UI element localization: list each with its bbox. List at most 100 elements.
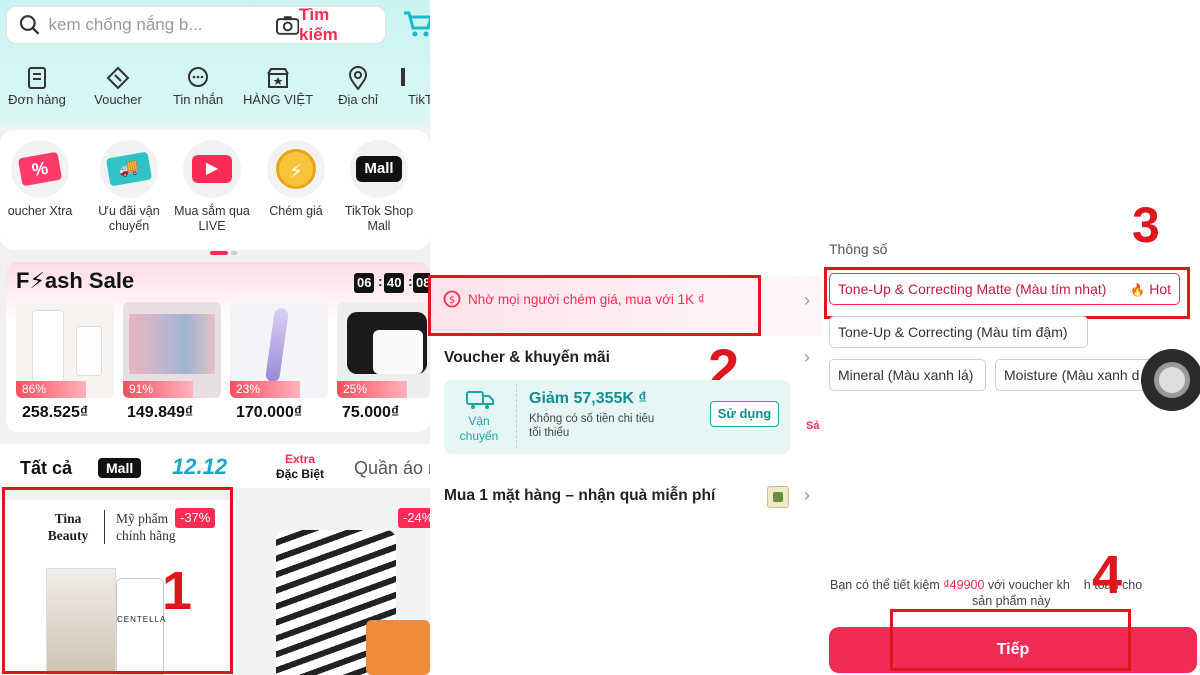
voucher-side-text: Sả <box>806 420 820 432</box>
gift-row-text: Mua 1 mặt hàng – nhận quà miễn phí <box>444 487 716 504</box>
timer-separator: : <box>378 273 383 289</box>
chevron-right-icon[interactable]: › <box>804 290 810 311</box>
use-voucher-button[interactable]: Sử dụng <box>710 401 779 427</box>
coin-icon: ⚡ <box>267 140 325 198</box>
feature-tiktok-mall[interactable]: Mall TikTok Shop Mall <box>337 140 421 234</box>
sold-percent-badge: 23% <box>230 381 300 398</box>
chevron-right-icon[interactable]: › <box>804 347 810 368</box>
flash-product-1[interactable]: 86% <box>16 302 114 398</box>
mall-icon: Mall <box>350 140 408 198</box>
timer-minutes: 40 <box>384 273 405 293</box>
search-bar[interactable]: kem chống nắng b... Tìm kiếm <box>6 5 386 45</box>
savings-line-1: Bạn có thể tiết kiệm ₫49900 với voucher … <box>830 577 1200 593</box>
quick-action-vietnam-goods[interactable]: HÀNG VIỆT <box>238 64 318 107</box>
carousel-dots <box>210 242 240 255</box>
quick-action-label: Địa chỉ <box>338 92 378 107</box>
variant-label: Tone-Up & Correcting (Màu tím đậm) <box>838 324 1068 340</box>
quick-action-tiktok[interactable]: TikT <box>396 64 430 107</box>
product-bottle-image <box>76 326 102 376</box>
step-number-4: 4 <box>1092 545 1123 605</box>
variant-option[interactable]: Moisture (Màu xanh d <box>995 359 1155 391</box>
shop-icon <box>238 64 318 92</box>
assistive-touch-button[interactable] <box>1141 349 1200 411</box>
voucher-divider <box>516 384 517 448</box>
feature-label: oucher Xtra <box>7 204 73 218</box>
truck-coupon-icon: 🚚 <box>100 140 158 198</box>
tab-clothes[interactable]: Quần áo n <box>354 458 430 479</box>
feature-label: Ưu đãi vận chuyển <box>98 204 160 233</box>
chevron-right-icon[interactable]: › <box>804 485 810 506</box>
feature-label: Chém giá <box>269 204 323 218</box>
tiktok-icon <box>396 64 430 92</box>
product-cushion-lid <box>373 330 423 374</box>
quick-action-address[interactable]: Địa chỉ <box>318 64 398 107</box>
voucher-title: Giảm 57,355K ₫ <box>529 390 647 407</box>
search-input[interactable]: kem chống nắng b... <box>48 15 253 35</box>
voucher-type-line1: Vận <box>468 414 490 428</box>
camera-icon[interactable] <box>275 15 300 35</box>
sold-percent-badge: 25% <box>337 381 407 398</box>
savings-line-2: sản phẩm này <box>972 594 1051 608</box>
discount-badge: -24% <box>398 508 430 528</box>
quick-action-label: HÀNG VIỆT <box>242 92 314 107</box>
flash-product-4[interactable]: 25% <box>337 302 430 398</box>
gift-icon <box>767 486 789 508</box>
ticket-icon <box>78 64 158 92</box>
feature-bargain[interactable]: ⚡ Chém giá <box>254 140 338 219</box>
highlight-box-step-3 <box>824 267 1190 319</box>
tab-extra-special[interactable]: Extra Đặc Biệt <box>276 452 324 482</box>
assistive-touch-icon <box>1154 362 1190 398</box>
variant-option[interactable]: Mineral (Màu xanh lá) <box>829 359 986 391</box>
quick-action-voucher[interactable]: Voucher <box>78 64 158 107</box>
live-video-icon: ▶ <box>183 140 241 198</box>
search-button[interactable]: Tìm kiếm <box>299 5 371 45</box>
variant-option[interactable]: Tone-Up & Correcting (Màu tím đậm) <box>829 316 1088 348</box>
flash-sale-title: F⚡ash Sale <box>16 268 135 293</box>
product-promotions-panel <box>430 0 822 675</box>
tab-mall[interactable]: Mall <box>98 458 142 478</box>
orders-icon <box>0 64 77 92</box>
savings-prefix: Bạn có thể tiết kiệm <box>830 578 944 592</box>
flash-product-2[interactable]: 91% <box>123 302 221 398</box>
spec-label: Thông số <box>829 241 888 257</box>
tab-extra-label: Extra <box>285 452 316 466</box>
variant-label: Mineral (Màu xanh lá) <box>838 367 974 383</box>
voucher-desc-line2: tối thiểu <box>529 427 570 439</box>
feature-label: Mua sắm qua LIVE <box>174 204 250 233</box>
tab-special-label: Đặc Biệt <box>276 467 325 481</box>
flash-product-3[interactable]: 23% <box>230 302 328 398</box>
tab-all[interactable]: Tất cả <box>20 458 72 479</box>
voucher-type-line2: chuyển <box>459 429 499 443</box>
feature-shipping-deal[interactable]: 🚚 Ưu đãi vận chuyển <box>87 140 171 234</box>
feature-voucher-xtra[interactable]: % oucher Xtra <box>0 140 82 219</box>
step-number-1: 1 <box>162 561 193 621</box>
feature-live-shopping[interactable]: ▶ Mua sắm qua LIVE <box>170 140 254 234</box>
quick-action-orders[interactable]: Đơn hàng <box>0 64 77 107</box>
cart-icon[interactable] <box>402 8 430 38</box>
tab-sale-label: 12.12 <box>172 454 228 479</box>
percent-coupon-icon: % <box>11 140 69 198</box>
voucher-type: Vận chuyển <box>454 414 504 444</box>
savings-amount: ₫49900 <box>943 578 985 592</box>
savings-mid: với voucher kh <box>984 578 1070 592</box>
flash-price: 149.849₫ <box>127 404 194 421</box>
highlight-box-step-2 <box>428 275 761 336</box>
flash-price: 75.000₫ <box>342 404 400 421</box>
voucher-section-title: Voucher & khuyến mãi <box>444 349 610 366</box>
flash-price: 258.525₫ <box>22 404 89 421</box>
sold-percent-badge: 91% <box>123 381 193 398</box>
quick-action-label: Voucher <box>94 92 142 107</box>
search-icon <box>19 15 40 35</box>
product-shoe-image <box>366 620 430 675</box>
tab-sale-1212[interactable]: 12.12 <box>172 454 227 480</box>
voucher-description: Không có số tiền chi tiêu tối thiểu <box>529 412 654 440</box>
quick-action-label: Tin nhắn <box>172 92 224 107</box>
location-icon <box>318 64 398 92</box>
chat-icon <box>158 64 238 92</box>
sold-percent-badge: 86% <box>16 381 86 398</box>
quick-action-label: Đơn hàng <box>8 92 66 107</box>
highlight-box-step-4 <box>890 609 1131 671</box>
quick-action-label: TikT <box>408 92 430 107</box>
quick-action-messages[interactable]: Tin nhắn <box>158 64 238 107</box>
variant-label: Moisture (Màu xanh d <box>1004 367 1140 383</box>
